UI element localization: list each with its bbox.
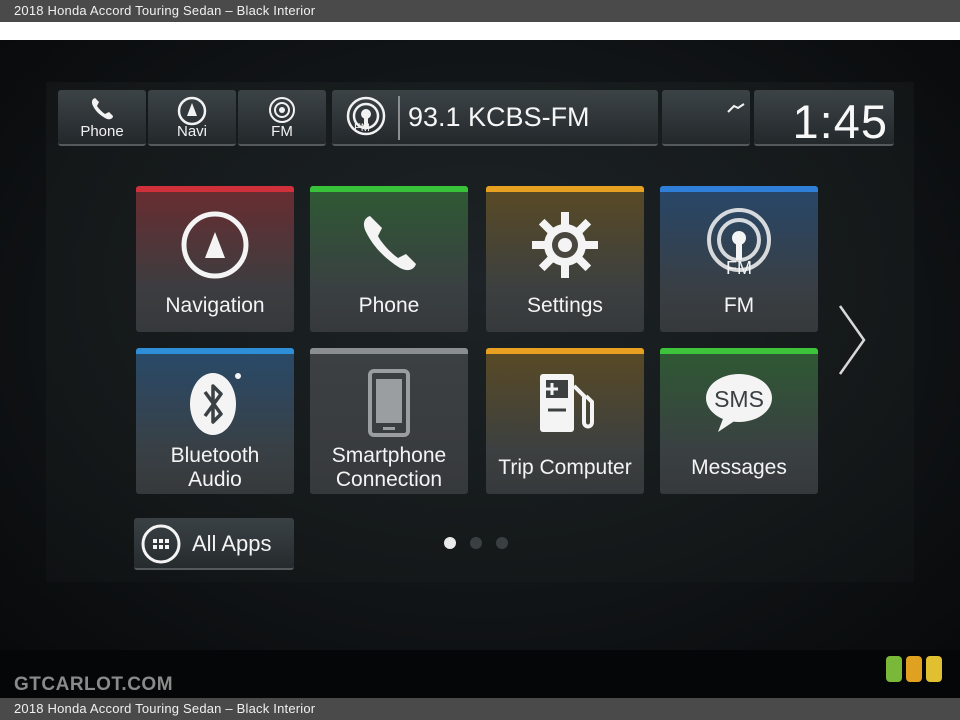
tile-bluetooth-audio[interactable]: Bluetooth Audio	[136, 348, 294, 494]
clock: 1:45	[754, 90, 894, 148]
signal-icon	[727, 103, 745, 113]
tile-label: Trip Computer	[498, 456, 632, 479]
tile-accent-bar	[136, 186, 294, 192]
clock-time: 1:45	[792, 95, 888, 148]
fuel-pump-icon	[540, 374, 594, 432]
tile-smartphone-connection[interactable]: Smartphone Connection	[310, 348, 468, 494]
tile-label: Navigation	[165, 294, 265, 317]
navigation-icon	[181, 211, 249, 279]
photo: Phone Navi FM FM 93.1 KCBS-FM 1:45 Navig…	[0, 22, 960, 700]
tile-icon-text: FM	[726, 258, 752, 278]
station-icon-label: FM	[354, 122, 370, 134]
all-apps-label: All Apps	[192, 531, 272, 556]
tile-label-line2: Audio	[188, 468, 242, 491]
tile-label: Messages	[691, 456, 787, 479]
tile-phone[interactable]: Phone	[310, 186, 468, 332]
status-indicator-area	[662, 90, 750, 146]
tile-label: FM	[723, 294, 755, 317]
tile-accent-bar	[310, 186, 468, 192]
all-apps-button[interactable]: All Apps	[134, 518, 294, 570]
tile-label-line1: Smartphone	[331, 444, 447, 467]
tile-icon-text: SMS	[714, 386, 764, 412]
status-phone-label: Phone	[80, 123, 124, 140]
station-divider	[398, 96, 400, 140]
radio-icon	[269, 97, 295, 123]
page-dot[interactable]	[496, 537, 508, 549]
status-navi-label: Navi	[176, 123, 207, 140]
tile-accent-bar	[486, 186, 644, 192]
status-phone-button[interactable]: Phone	[58, 90, 146, 146]
tile-navigation[interactable]: Navigation	[136, 186, 294, 332]
tile-accent-bar	[660, 348, 818, 354]
tile-accent-bar	[136, 348, 294, 354]
tile-label: Phone	[358, 294, 420, 317]
phone-icon	[91, 98, 113, 120]
infotainment-screen: Phone Navi FM FM 93.1 KCBS-FM 1:45 Navig…	[46, 82, 914, 582]
phone-icon	[363, 216, 416, 271]
tile-fm[interactable]: FM FM	[660, 186, 818, 332]
caption-bottom: 2018 Honda Accord Touring Sedan – Black …	[0, 698, 960, 720]
tile-accent-bar	[660, 186, 818, 192]
status-fm-label: FM	[271, 123, 293, 140]
badge-green	[886, 656, 902, 682]
gear-icon	[532, 212, 598, 278]
watermark: GTCARLOT.COM	[14, 674, 174, 695]
smartphone-icon	[368, 369, 410, 437]
tile-label-line1: Bluetooth	[170, 444, 260, 467]
tile-messages[interactable]: SMS Messages	[660, 348, 818, 494]
station-name: 93.1 KCBS-FM	[408, 102, 590, 132]
tile-label: Settings	[527, 294, 603, 317]
tile-trip-computer[interactable]: Trip Computer	[486, 348, 644, 494]
badge-yellow	[926, 656, 942, 682]
status-fm-button[interactable]: FM	[238, 90, 326, 146]
page-dot-active[interactable]	[444, 537, 456, 549]
tile-settings[interactable]: Settings	[486, 186, 644, 332]
compass-icon	[177, 96, 207, 126]
grid-icon	[141, 524, 181, 564]
badge-orange	[906, 656, 922, 682]
tile-accent-bar	[310, 348, 468, 354]
next-page-chevron-icon[interactable]	[836, 302, 870, 378]
tile-label-line2: Connection	[335, 468, 443, 491]
now-playing-station[interactable]: FM 93.1 KCBS-FM	[332, 90, 658, 146]
bluetooth-icon	[190, 373, 241, 435]
caption-top: 2018 Honda Accord Touring Sedan – Black …	[0, 0, 960, 22]
tile-accent-bar	[486, 348, 644, 354]
status-navi-button[interactable]: Navi	[148, 90, 236, 146]
page-dot[interactable]	[470, 537, 482, 549]
